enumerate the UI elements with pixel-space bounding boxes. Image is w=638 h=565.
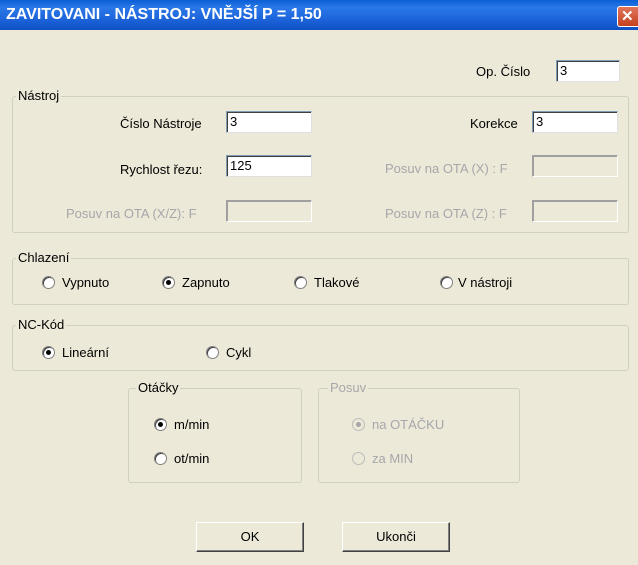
posuv-za-min-label: za MIN [372,451,414,466]
chlazeni-zapnuto-radio[interactable] [162,276,175,289]
rychlost-rezu-label: Rychlost řezu: [120,162,203,177]
close-button[interactable]: ✕ [617,6,638,27]
chlazeni-legend: Chlazení [16,250,72,265]
korekce-label: Korekce [470,116,518,131]
cislo-nastroje-label: Číslo Nástroje [120,116,202,131]
chlazeni-v-nastroji-label[interactable]: V nástroji [458,275,512,290]
chlazeni-tlakove-radio[interactable] [294,276,307,289]
nc-linearni-radio[interactable] [42,346,55,359]
ok-button[interactable]: OK [196,522,304,552]
nc-cykl-radio[interactable] [206,346,219,359]
otacky-m-min-radio[interactable] [154,418,167,431]
posuv-z-label: Posuv na OTA (Z) : F [385,206,507,221]
posuv-group [318,388,520,483]
korekce-input[interactable]: 3 [532,111,618,133]
chlazeni-vypnuto-radio[interactable] [42,276,55,289]
posuv-na-otacku-radio [352,418,365,431]
otacky-ot-min-label[interactable]: ot/min [174,451,209,466]
otacky-ot-min-radio[interactable] [154,452,167,465]
chlazeni-zapnuto-label[interactable]: Zapnuto [182,275,230,290]
otacky-m-min-label[interactable]: m/min [174,417,209,432]
ukonci-button[interactable]: Ukonči [342,522,450,552]
posuv-x-input [532,155,618,177]
nc-linearni-label[interactable]: Lineární [62,345,109,360]
window-title: ZAVITOVANI - NÁSTROJ: VNĚJŠÍ P = 1,50 [6,6,322,23]
nastroj-legend: Nástroj [16,88,62,103]
chlazeni-vypnuto-label[interactable]: Vypnuto [62,275,109,290]
close-icon: ✕ [621,8,634,25]
posuv-legend: Posuv [328,380,369,395]
rychlost-rezu-input[interactable]: 125 [226,155,312,177]
posuv-na-otacku-label: na OTÁČKU [372,417,445,432]
cislo-nastroje-input[interactable]: 3 [226,111,312,133]
posuv-za-min-radio [352,452,365,465]
op-cislo-input[interactable]: 3 [556,60,620,82]
posuv-xz-label: Posuv na OTA (X/Z): F [66,206,197,221]
title-bar: ZAVITOVANI - NÁSTROJ: VNĚJŠÍ P = 1,50 ✕ [0,0,638,30]
chlazeni-v-nastroji-radio[interactable] [440,276,453,289]
posuv-xz-input [226,200,312,222]
chlazeni-tlakove-label[interactable]: Tlakové [314,275,360,290]
nc-cykl-label[interactable]: Cykl [226,345,251,360]
nc-kod-legend: NC-Kód [16,317,67,332]
posuv-z-input [532,200,618,222]
otacky-legend: Otáčky [136,380,181,395]
otacky-group [128,388,302,483]
posuv-x-label: Posuv na OTA (X) : F [385,161,508,176]
op-cislo-label: Op. Číslo [476,64,531,79]
